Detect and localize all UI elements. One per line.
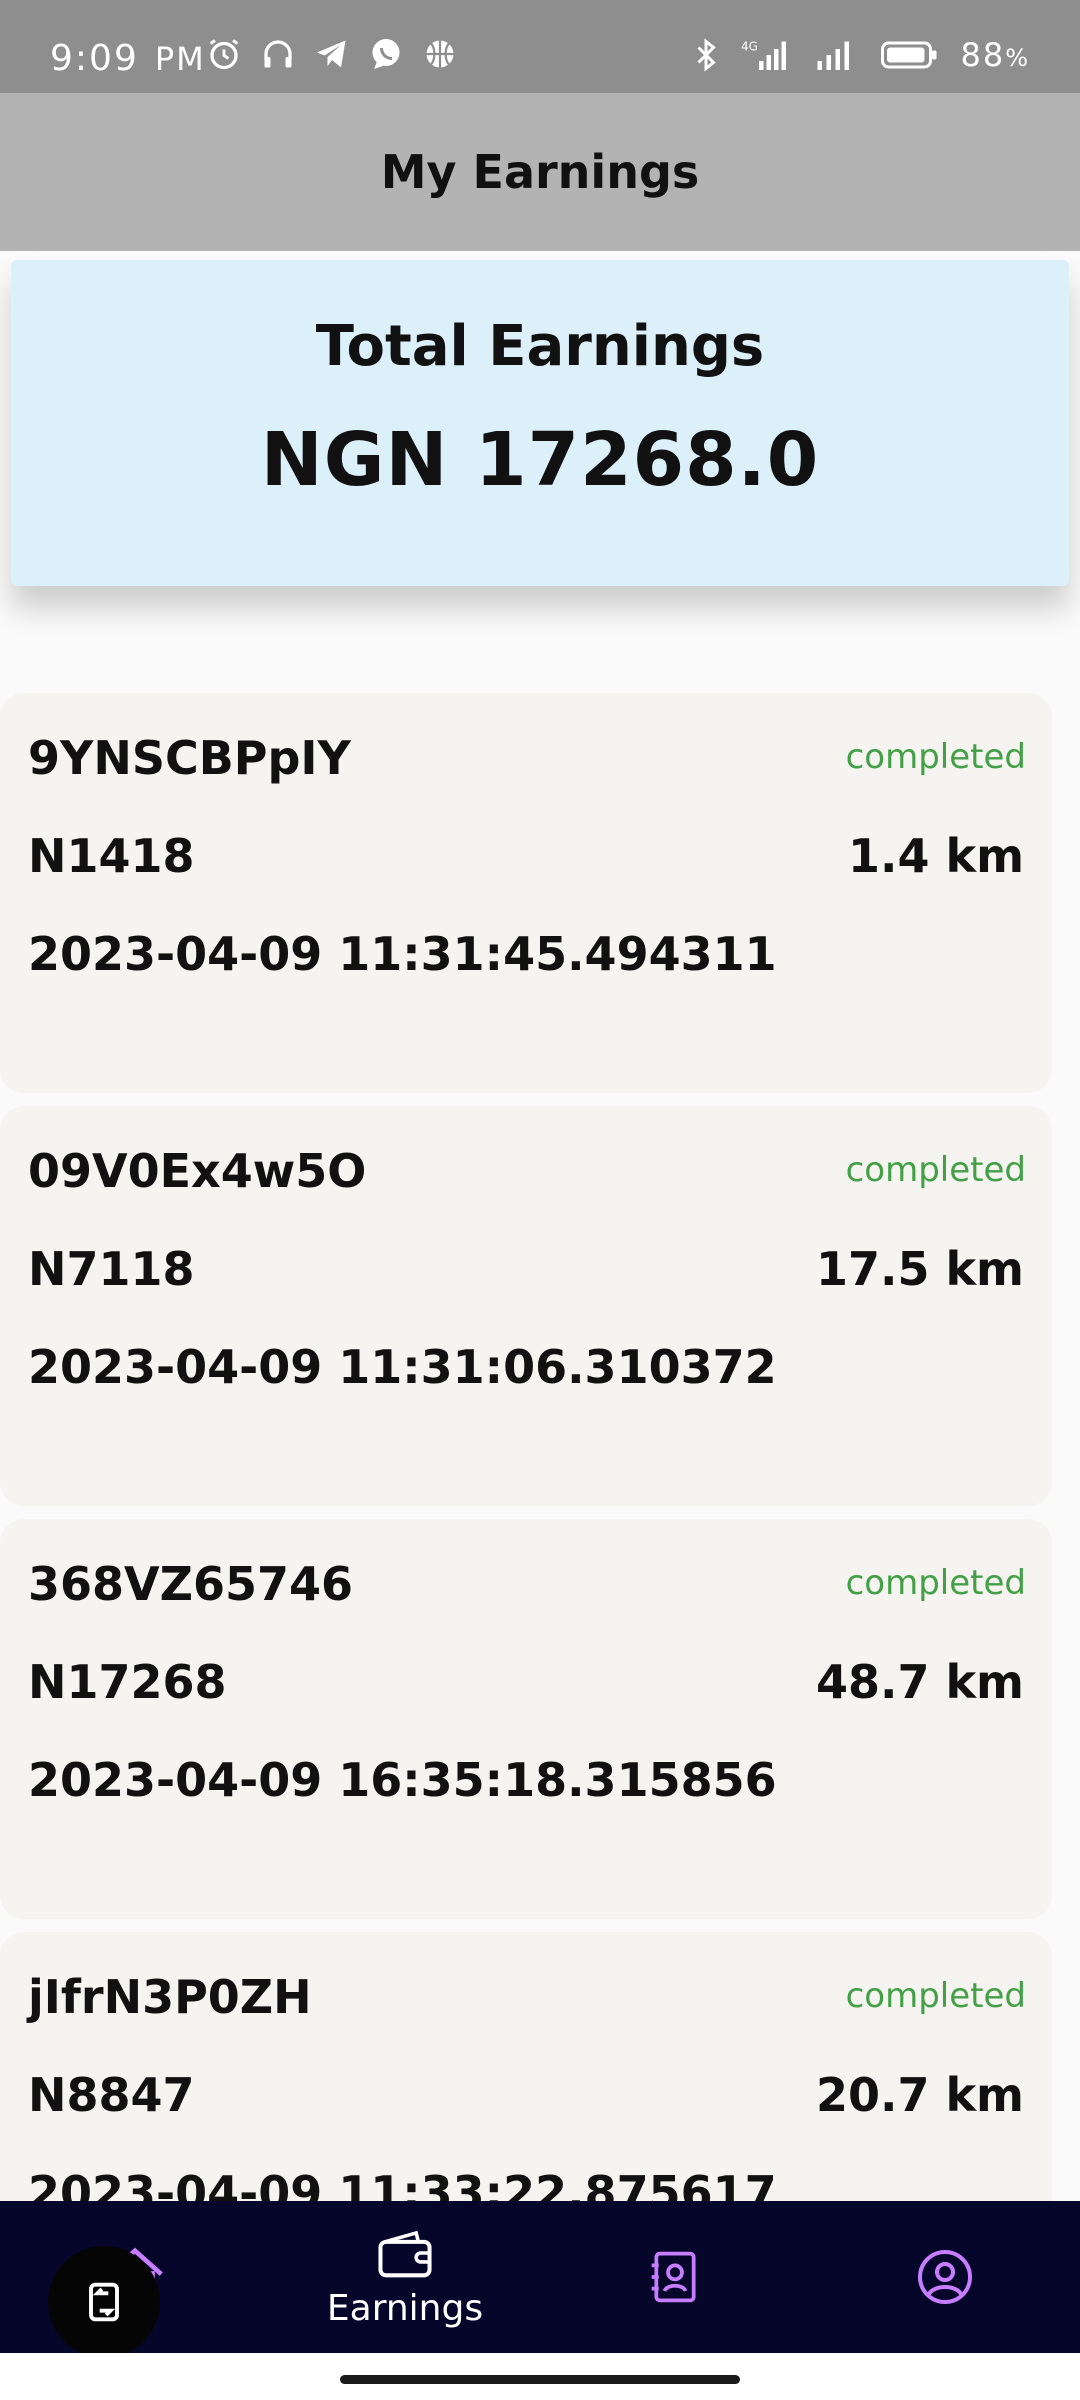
status-badge: completed: [845, 1976, 1026, 2016]
trip-amount: N17268: [28, 1655, 227, 1709]
trip-id: jIfrN3P0ZH: [28, 1970, 312, 2024]
trip-timestamp: 2023-04-09 11:31:06.310372: [28, 1340, 777, 1394]
earnings-list: 9YNSCBPpIY completed N1418 1.4 km 2023-0…: [0, 693, 1054, 2345]
signal-icon: [817, 41, 850, 70]
total-earnings-card: Total Earnings NGN 17268.0: [11, 260, 1069, 586]
nav-profile[interactable]: [860, 2201, 1030, 2353]
bottom-navigation: Earnings: [0, 2201, 1080, 2353]
battery-value: 88: [960, 36, 1006, 74]
page-title: My Earnings: [380, 145, 700, 199]
trip-amount: N1418: [28, 829, 195, 883]
earning-item[interactable]: 09V0Ex4w5O completed N7118 17.5 km 2023-…: [0, 1106, 1052, 1506]
status-ampm: PM: [154, 40, 206, 78]
home-indicator[interactable]: [340, 2375, 740, 2384]
earning-item[interactable]: 9YNSCBPpIY completed N1418 1.4 km 2023-0…: [0, 693, 1052, 1093]
trip-distance: 20.7 km: [815, 2068, 1024, 2122]
wallet-icon: [378, 2230, 432, 2277]
alarm-icon: [209, 39, 239, 70]
telegram-icon: [317, 40, 346, 68]
trip-id: 368VZ65746: [28, 1557, 354, 1611]
notification-icons: [206, 36, 458, 72]
status-time: 9:09 PM: [50, 38, 206, 79]
status-badge: completed: [845, 1563, 1026, 1603]
status-bar: 9:09 PM 4G 88%: [0, 0, 1080, 93]
trip-amount: N8847: [28, 2068, 195, 2122]
trip-id: 09V0Ex4w5O: [28, 1144, 367, 1198]
system-icons: 4G 88%: [688, 36, 1030, 74]
trip-timestamp: 2023-04-09 11:31:45.494311: [28, 927, 777, 981]
contacts-icon: [651, 2251, 696, 2303]
trip-distance: 1.4 km: [847, 829, 1024, 883]
status-badge: completed: [845, 737, 1026, 777]
app-screen: 9:09 PM 4G 88% My Earnings Total Earnings…: [0, 0, 1080, 2400]
trip-timestamp: 2023-04-09 16:35:18.315856: [28, 1753, 777, 1807]
battery-icon: [881, 41, 937, 69]
trip-distance: 48.7 km: [815, 1655, 1024, 1709]
battery-level: 88%: [960, 36, 1030, 74]
signal-icon: 4G: [741, 40, 787, 70]
trip-distance: 17.5 km: [815, 1242, 1024, 1296]
headset-icon: [264, 40, 292, 68]
total-earnings-label: Total Earnings: [315, 314, 765, 379]
total-earnings-amount: NGN 17268.0: [260, 417, 820, 503]
nav-earnings-label: Earnings: [326, 2287, 484, 2329]
battery-unit: %: [1005, 44, 1030, 72]
nav-earnings[interactable]: Earnings: [305, 2201, 505, 2353]
status-clock: 9:09: [50, 38, 139, 79]
trip-id: 9YNSCBPpIY: [28, 731, 351, 785]
whatsapp-icon: [372, 39, 400, 69]
status-badge: completed: [845, 1150, 1026, 1190]
network-type: 4G: [741, 40, 758, 54]
basketball-icon: [426, 40, 454, 68]
bluetooth-icon: [697, 38, 717, 72]
app-bar: My Earnings: [0, 93, 1080, 251]
switch-icon: [89, 2282, 119, 2322]
earning-item[interactable]: 368VZ65746 completed N17268 48.7 km 2023…: [0, 1519, 1052, 1919]
nav-contacts[interactable]: [590, 2201, 760, 2353]
profile-icon: [918, 2250, 972, 2304]
trip-amount: N7118: [28, 1242, 195, 1296]
floating-switch-button[interactable]: [48, 2246, 160, 2358]
